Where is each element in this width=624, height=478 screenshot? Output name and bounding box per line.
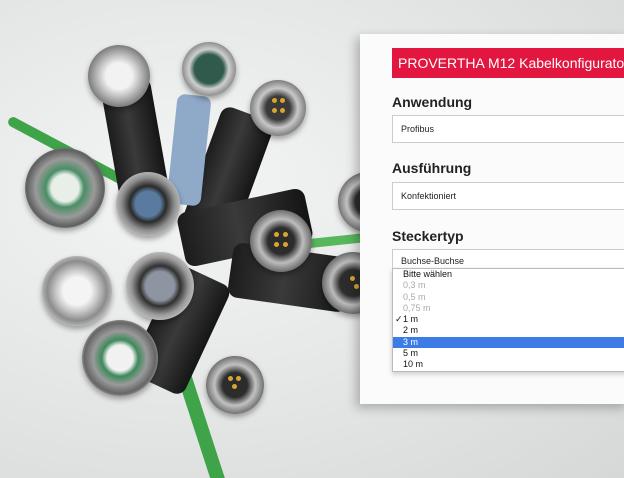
option-label: 1 m <box>403 314 419 325</box>
checkmark-icon: ✓ <box>395 314 403 325</box>
connector-female-green <box>25 148 105 228</box>
label-anwendung: Anwendung <box>392 94 473 110</box>
connector-male-gold <box>206 356 264 414</box>
option-0-75m: 0,75 m <box>403 302 431 313</box>
length-dropdown-list[interactable]: Bitte wählen 0,3 m 0,5 m 0,75 m ✓ 1 m 2 … <box>392 268 624 372</box>
connector-grey-insert <box>126 252 194 320</box>
option-2m[interactable]: 2 m <box>393 325 624 336</box>
connector-blue-insert <box>116 172 180 236</box>
label-ausfuehrung: Ausführung <box>392 160 472 176</box>
option-0-3m: 0,3 m <box>403 280 426 291</box>
label-steckertyp: Steckertyp <box>392 228 464 244</box>
connector-male-gold <box>250 80 306 136</box>
connector-female-4pin <box>88 45 150 107</box>
option-3m[interactable]: 3 m <box>393 336 624 349</box>
connector-male-gold <box>250 210 312 272</box>
cable-configurator-panel: PROVERTHA M12 Kabelkonfigurator Anwendun… <box>360 34 624 404</box>
select-ausfuehrung[interactable]: Konfektioniert <box>392 182 624 210</box>
connector-female-white <box>42 256 112 326</box>
connector-x-coded <box>182 42 236 96</box>
configurator-title: PROVERTHA M12 Kabelkonfigurator <box>392 48 624 78</box>
option-10m[interactable]: 10 m <box>393 359 624 370</box>
connector-female-green <box>82 320 158 396</box>
option-0-5m: 0,5 m <box>403 291 426 302</box>
select-anwendung[interactable]: Profibus <box>392 115 624 143</box>
option-5m[interactable]: 5 m <box>393 348 624 359</box>
option-1m[interactable]: ✓ 1 m <box>393 314 624 325</box>
option-bitte-waehlen[interactable]: Bitte wählen <box>393 269 624 280</box>
